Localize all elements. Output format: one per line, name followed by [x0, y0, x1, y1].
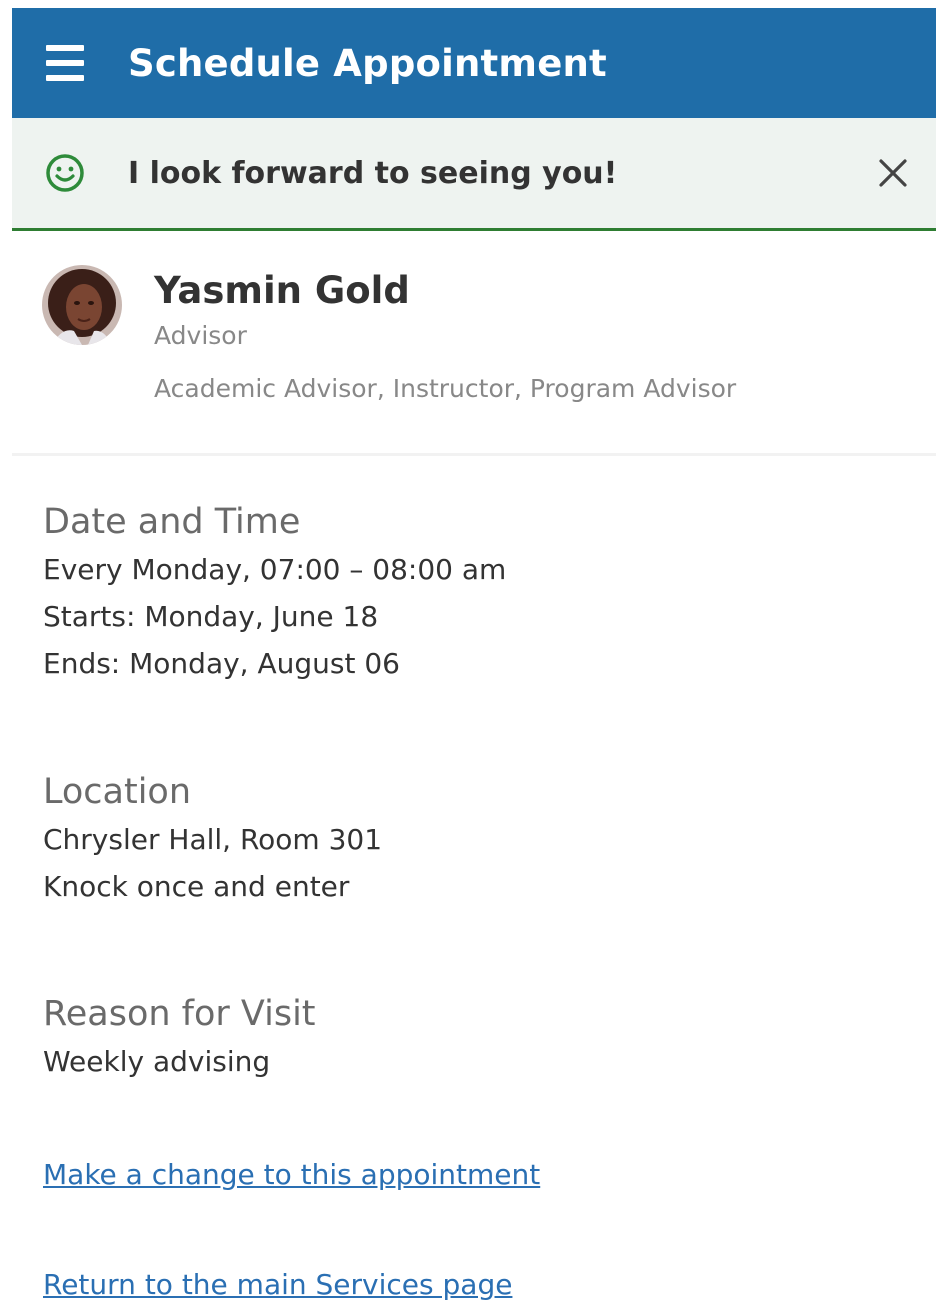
location-note-text: Knock once and enter — [43, 870, 350, 903]
reason-heading: Reason for Visit — [43, 994, 316, 1034]
location-heading: Location — [43, 772, 192, 812]
location-room-text: Chrysler Hall, Room 301 — [43, 823, 383, 856]
app-header: Schedule Appointment — [12, 8, 936, 118]
reason-text: Weekly advising — [43, 1045, 271, 1078]
advisor-role: Advisor — [154, 321, 247, 350]
close-icon[interactable] — [876, 156, 910, 190]
return-services-link[interactable]: Return to the main Services page — [43, 1268, 512, 1301]
location-section: Location Chrysler Hall, Room 301 Knock o… — [43, 768, 382, 910]
hamburger-menu-icon[interactable] — [46, 45, 90, 81]
page-title: Schedule Appointment — [128, 41, 607, 85]
banner-message: I look forward to seeing you! — [128, 155, 618, 191]
advisor-titles: Academic Advisor, Instructor, Program Ad… — [154, 374, 737, 403]
advisor-name: Yasmin Gold — [154, 269, 410, 312]
smile-icon — [46, 154, 84, 192]
reason-section: Reason for Visit Weekly advising — [43, 990, 316, 1085]
end-date-text: Ends: Monday, August 06 — [43, 647, 400, 680]
appointment-screen: Schedule Appointment I look forward to s… — [12, 8, 936, 1308]
change-appointment-link[interactable]: Make a change to this appointment — [43, 1158, 540, 1191]
date-time-section: Date and Time Every Monday, 07:00 – 08:0… — [43, 498, 506, 687]
confirmation-banner: I look forward to seeing you! — [12, 118, 936, 231]
avatar — [42, 265, 122, 345]
start-date-text: Starts: Monday, June 18 — [43, 600, 379, 633]
date-time-heading: Date and Time — [43, 502, 301, 542]
recurrence-text: Every Monday, 07:00 – 08:00 am — [43, 553, 507, 586]
advisor-card: Yasmin Gold Advisor Academic Advisor, In… — [12, 231, 936, 456]
